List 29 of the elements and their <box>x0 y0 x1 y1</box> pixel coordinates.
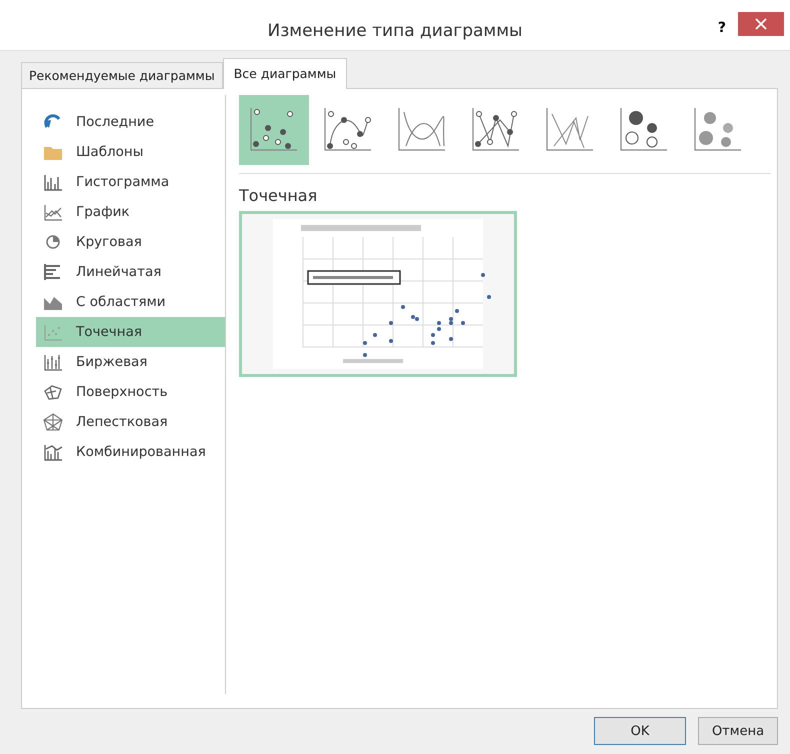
sidebar-item[interactable]: Биржевая <box>36 347 225 377</box>
stock-chart-icon <box>42 353 64 371</box>
combo-chart-icon <box>42 443 64 461</box>
sidebar-item[interactable]: Точечная <box>36 317 225 347</box>
radar-chart-icon <box>42 413 64 431</box>
section-title: Точечная <box>239 186 318 205</box>
tab[interactable]: Все диаграммы <box>222 58 348 89</box>
sidebar-item[interactable]: График <box>36 197 225 227</box>
close-icon <box>755 18 767 30</box>
ok-button[interactable]: OK <box>594 717 686 745</box>
close-button[interactable] <box>738 12 784 36</box>
chart-subtype-button[interactable] <box>239 95 309 165</box>
column-chart-icon <box>42 173 64 191</box>
sidebar-item[interactable]: Последние <box>36 107 225 137</box>
tab[interactable]: Рекомендуемые диаграммы <box>21 62 223 88</box>
sidebar-item[interactable]: Шаблоны <box>36 137 225 167</box>
sidebar-item[interactable]: Линейчатая <box>36 257 225 287</box>
sidebar-item[interactable]: Круговая <box>36 227 225 257</box>
sidebar-item[interactable]: Гистограмма <box>36 167 225 197</box>
sidebar-item[interactable]: Лепестковая <box>36 407 225 437</box>
window-title: Изменение типа диаграммы <box>268 21 522 41</box>
scatter-chart-icon <box>42 323 64 341</box>
surface-chart-icon <box>42 383 64 401</box>
sidebar-item[interactable]: С областями <box>36 287 225 317</box>
help-button[interactable]: ? <box>714 16 730 40</box>
sidebar-item[interactable]: Комбинированная <box>36 437 225 467</box>
line-chart-icon <box>42 203 64 221</box>
sidebar-item[interactable]: Поверхность <box>36 377 225 407</box>
cancel-button[interactable]: Отмена <box>698 717 778 745</box>
